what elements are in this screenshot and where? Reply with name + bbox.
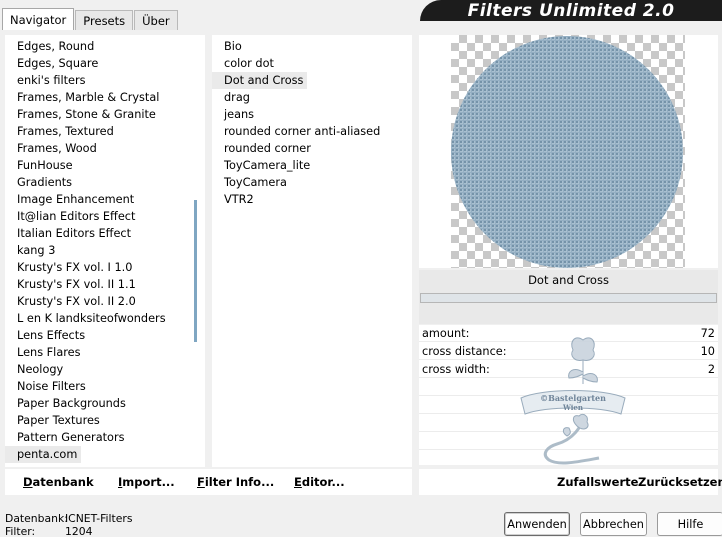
database-button[interactable]: Datenbank [23, 475, 94, 489]
category-item[interactable]: Frames, Wood [5, 140, 205, 157]
tab-about[interactable]: Über [134, 10, 178, 30]
filter-item[interactable]: drag [212, 89, 412, 106]
category-item[interactable]: Krusty's FX vol. II 2.0 [5, 293, 205, 310]
category-item[interactable]: penta.com [5, 446, 82, 463]
category-list-panel[interactable]: Edges, Round Edges, Square enki's filters F… [5, 35, 205, 467]
param-value[interactable]: 2 [708, 361, 715, 378]
tab-presets[interactable]: Presets [75, 10, 134, 30]
preview-filter-name: Dot and Cross [528, 273, 609, 287]
preview-pane[interactable] [419, 35, 718, 268]
apply-button[interactable]: Anwenden [504, 512, 570, 536]
filter-item[interactable]: color dot [212, 55, 412, 72]
filter-item[interactable]: rounded corner [212, 140, 412, 157]
filter-list: Bio color dot Dot and Cross drag jeans rounde… [212, 35, 412, 208]
param-empty-row [419, 397, 718, 414]
app-title-banner: Filters Unlimited 2.0 [420, 0, 722, 21]
category-item[interactable]: Paper Textures [5, 412, 205, 429]
tab-navigator[interactable]: Navigator [2, 8, 75, 30]
category-item[interactable]: Krusty's FX vol. I 1.0 [5, 259, 205, 276]
category-item[interactable]: enki's filters [5, 72, 205, 89]
category-item[interactable]: Image Enhancement [5, 191, 205, 208]
progress-bar [420, 293, 717, 303]
param-label: amount: [422, 327, 470, 340]
filter-count-value: 1204 [65, 525, 93, 537]
category-item[interactable]: Pattern Generators [5, 429, 205, 446]
filter-name-box: Dot and Cross [419, 270, 718, 324]
help-button[interactable]: Hilfe [657, 512, 722, 536]
param-cross-width[interactable]: cross width: 2 [419, 361, 718, 378]
filter-info-button[interactable]: Filter Info... [197, 475, 274, 489]
category-item[interactable]: L en K landksiteofwonders [5, 310, 205, 327]
category-item[interactable]: Lens Flares [5, 344, 205, 361]
tab-bar: Navigator Presets Über [2, 8, 179, 30]
param-value[interactable]: 10 [701, 343, 715, 360]
category-item[interactable]: kang 3 [5, 242, 205, 259]
param-empty-row [419, 433, 718, 450]
database-value: ICNET-Filters [65, 512, 133, 525]
filter-item[interactable]: rounded corner anti-aliased [212, 123, 412, 140]
editor-button[interactable]: Editor... [294, 475, 345, 489]
cancel-button[interactable]: Abbrechen [580, 512, 647, 536]
preview-image [451, 36, 683, 268]
left-button-bar: Datenbank Import... Filter Info... Edito… [5, 469, 412, 495]
category-item[interactable]: It@lian Editors Effect [5, 208, 205, 225]
app-title: Filters Unlimited 2.0 [467, 0, 675, 21]
param-label: cross distance: [422, 345, 507, 358]
category-scrollbar[interactable] [192, 35, 202, 467]
import-button[interactable]: Import... [118, 475, 175, 489]
category-item[interactable]: Neology [5, 361, 205, 378]
filter-item[interactable]: Dot and Cross [212, 72, 308, 89]
random-values-button[interactable]: Zufallswerte [557, 475, 638, 489]
category-scroll-thumb[interactable] [194, 200, 197, 342]
parameter-panel: amount: 72 cross distance: 10 cross widt… [419, 325, 718, 465]
filter-item[interactable]: jeans [212, 106, 412, 123]
category-item[interactable]: Frames, Stone & Granite [5, 106, 205, 123]
param-label: cross width: [422, 363, 490, 376]
filter-list-panel[interactable]: Bio color dot Dot and Cross drag jeans rounde… [212, 35, 412, 467]
param-value[interactable]: 72 [701, 325, 715, 342]
category-item[interactable]: Frames, Marble & Crystal [5, 89, 205, 106]
param-cross-distance[interactable]: cross distance: 10 [419, 343, 718, 360]
reset-button[interactable]: Zurücksetzen [638, 475, 722, 489]
filter-item[interactable]: ToyCamera [212, 174, 412, 191]
category-list: Edges, Round Edges, Square enki's filters F… [5, 35, 205, 463]
category-item[interactable]: Noise Filters [5, 378, 205, 395]
database-label: Datenbank: [5, 512, 68, 525]
category-item[interactable]: Edges, Round [5, 38, 205, 55]
filter-item[interactable]: VTR2 [212, 191, 412, 208]
param-empty-row [419, 415, 718, 432]
category-item[interactable]: FunHouse [5, 157, 205, 174]
category-item[interactable]: Krusty's FX vol. II 1.1 [5, 276, 205, 293]
category-item[interactable]: Italian Editors Effect [5, 225, 205, 242]
category-item[interactable]: Edges, Square [5, 55, 205, 72]
param-empty-row [419, 379, 718, 396]
param-amount[interactable]: amount: 72 [419, 325, 718, 342]
filter-count-label: Filter: [5, 525, 36, 537]
category-item[interactable]: Gradients [5, 174, 205, 191]
category-item[interactable]: Lens Effects [5, 327, 205, 344]
category-item[interactable]: Frames, Textured [5, 123, 205, 140]
right-button-bar: Zufallswerte Zurücksetzen [419, 469, 722, 495]
filter-item[interactable]: Bio [212, 38, 412, 55]
footer-info: Datenbank: ICNET-Filters Filter: 1204 [5, 512, 133, 537]
category-item[interactable]: Paper Backgrounds [5, 395, 205, 412]
filter-item[interactable]: ToyCamera_lite [212, 157, 412, 174]
